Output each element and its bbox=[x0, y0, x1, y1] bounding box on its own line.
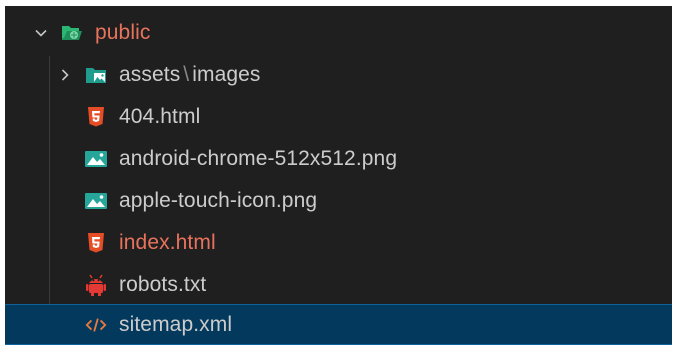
tree-item-robots-txt[interactable]: robots.txt bbox=[5, 264, 672, 305]
folder-images-icon bbox=[85, 64, 107, 86]
tree-item-404-html[interactable]: 404.html bbox=[5, 96, 672, 137]
folder-public-open-icon bbox=[61, 22, 83, 44]
tree-item-index-html[interactable]: index.html bbox=[5, 222, 672, 263]
image-file-icon bbox=[85, 190, 107, 212]
chevron-down-icon[interactable] bbox=[33, 25, 49, 41]
robot-icon bbox=[85, 274, 107, 296]
tree-item-label: public bbox=[95, 20, 151, 44]
tree-item-android-chrome-png[interactable]: android-chrome-512x512.png bbox=[5, 138, 672, 179]
tree-item-label: index.html bbox=[119, 230, 216, 254]
tree-item-label: apple-touch-icon.png bbox=[119, 188, 318, 212]
file-explorer-tree: public assets \ images 404.html android-… bbox=[5, 6, 672, 345]
tree-item-label: assets \ images bbox=[119, 62, 261, 86]
tree-item-assets-images-folder[interactable]: assets \ images bbox=[5, 54, 672, 95]
html5-icon bbox=[85, 106, 107, 128]
tree-item-apple-touch-icon-png[interactable]: apple-touch-icon.png bbox=[5, 180, 672, 221]
image-file-icon bbox=[85, 148, 107, 170]
tree-item-label: robots.txt bbox=[119, 272, 207, 296]
tree-item-sitemap-xml[interactable]: sitemap.xml bbox=[5, 304, 672, 345]
tree-item-label: sitemap.xml bbox=[119, 312, 233, 336]
xml-code-icon bbox=[85, 314, 107, 336]
tree-item-label: 404.html bbox=[119, 104, 201, 128]
chevron-right-icon[interactable] bbox=[57, 67, 73, 83]
tree-item-label: android-chrome-512x512.png bbox=[119, 146, 398, 170]
tree-item-public-folder[interactable]: public bbox=[5, 12, 672, 53]
html5-icon bbox=[85, 232, 107, 254]
